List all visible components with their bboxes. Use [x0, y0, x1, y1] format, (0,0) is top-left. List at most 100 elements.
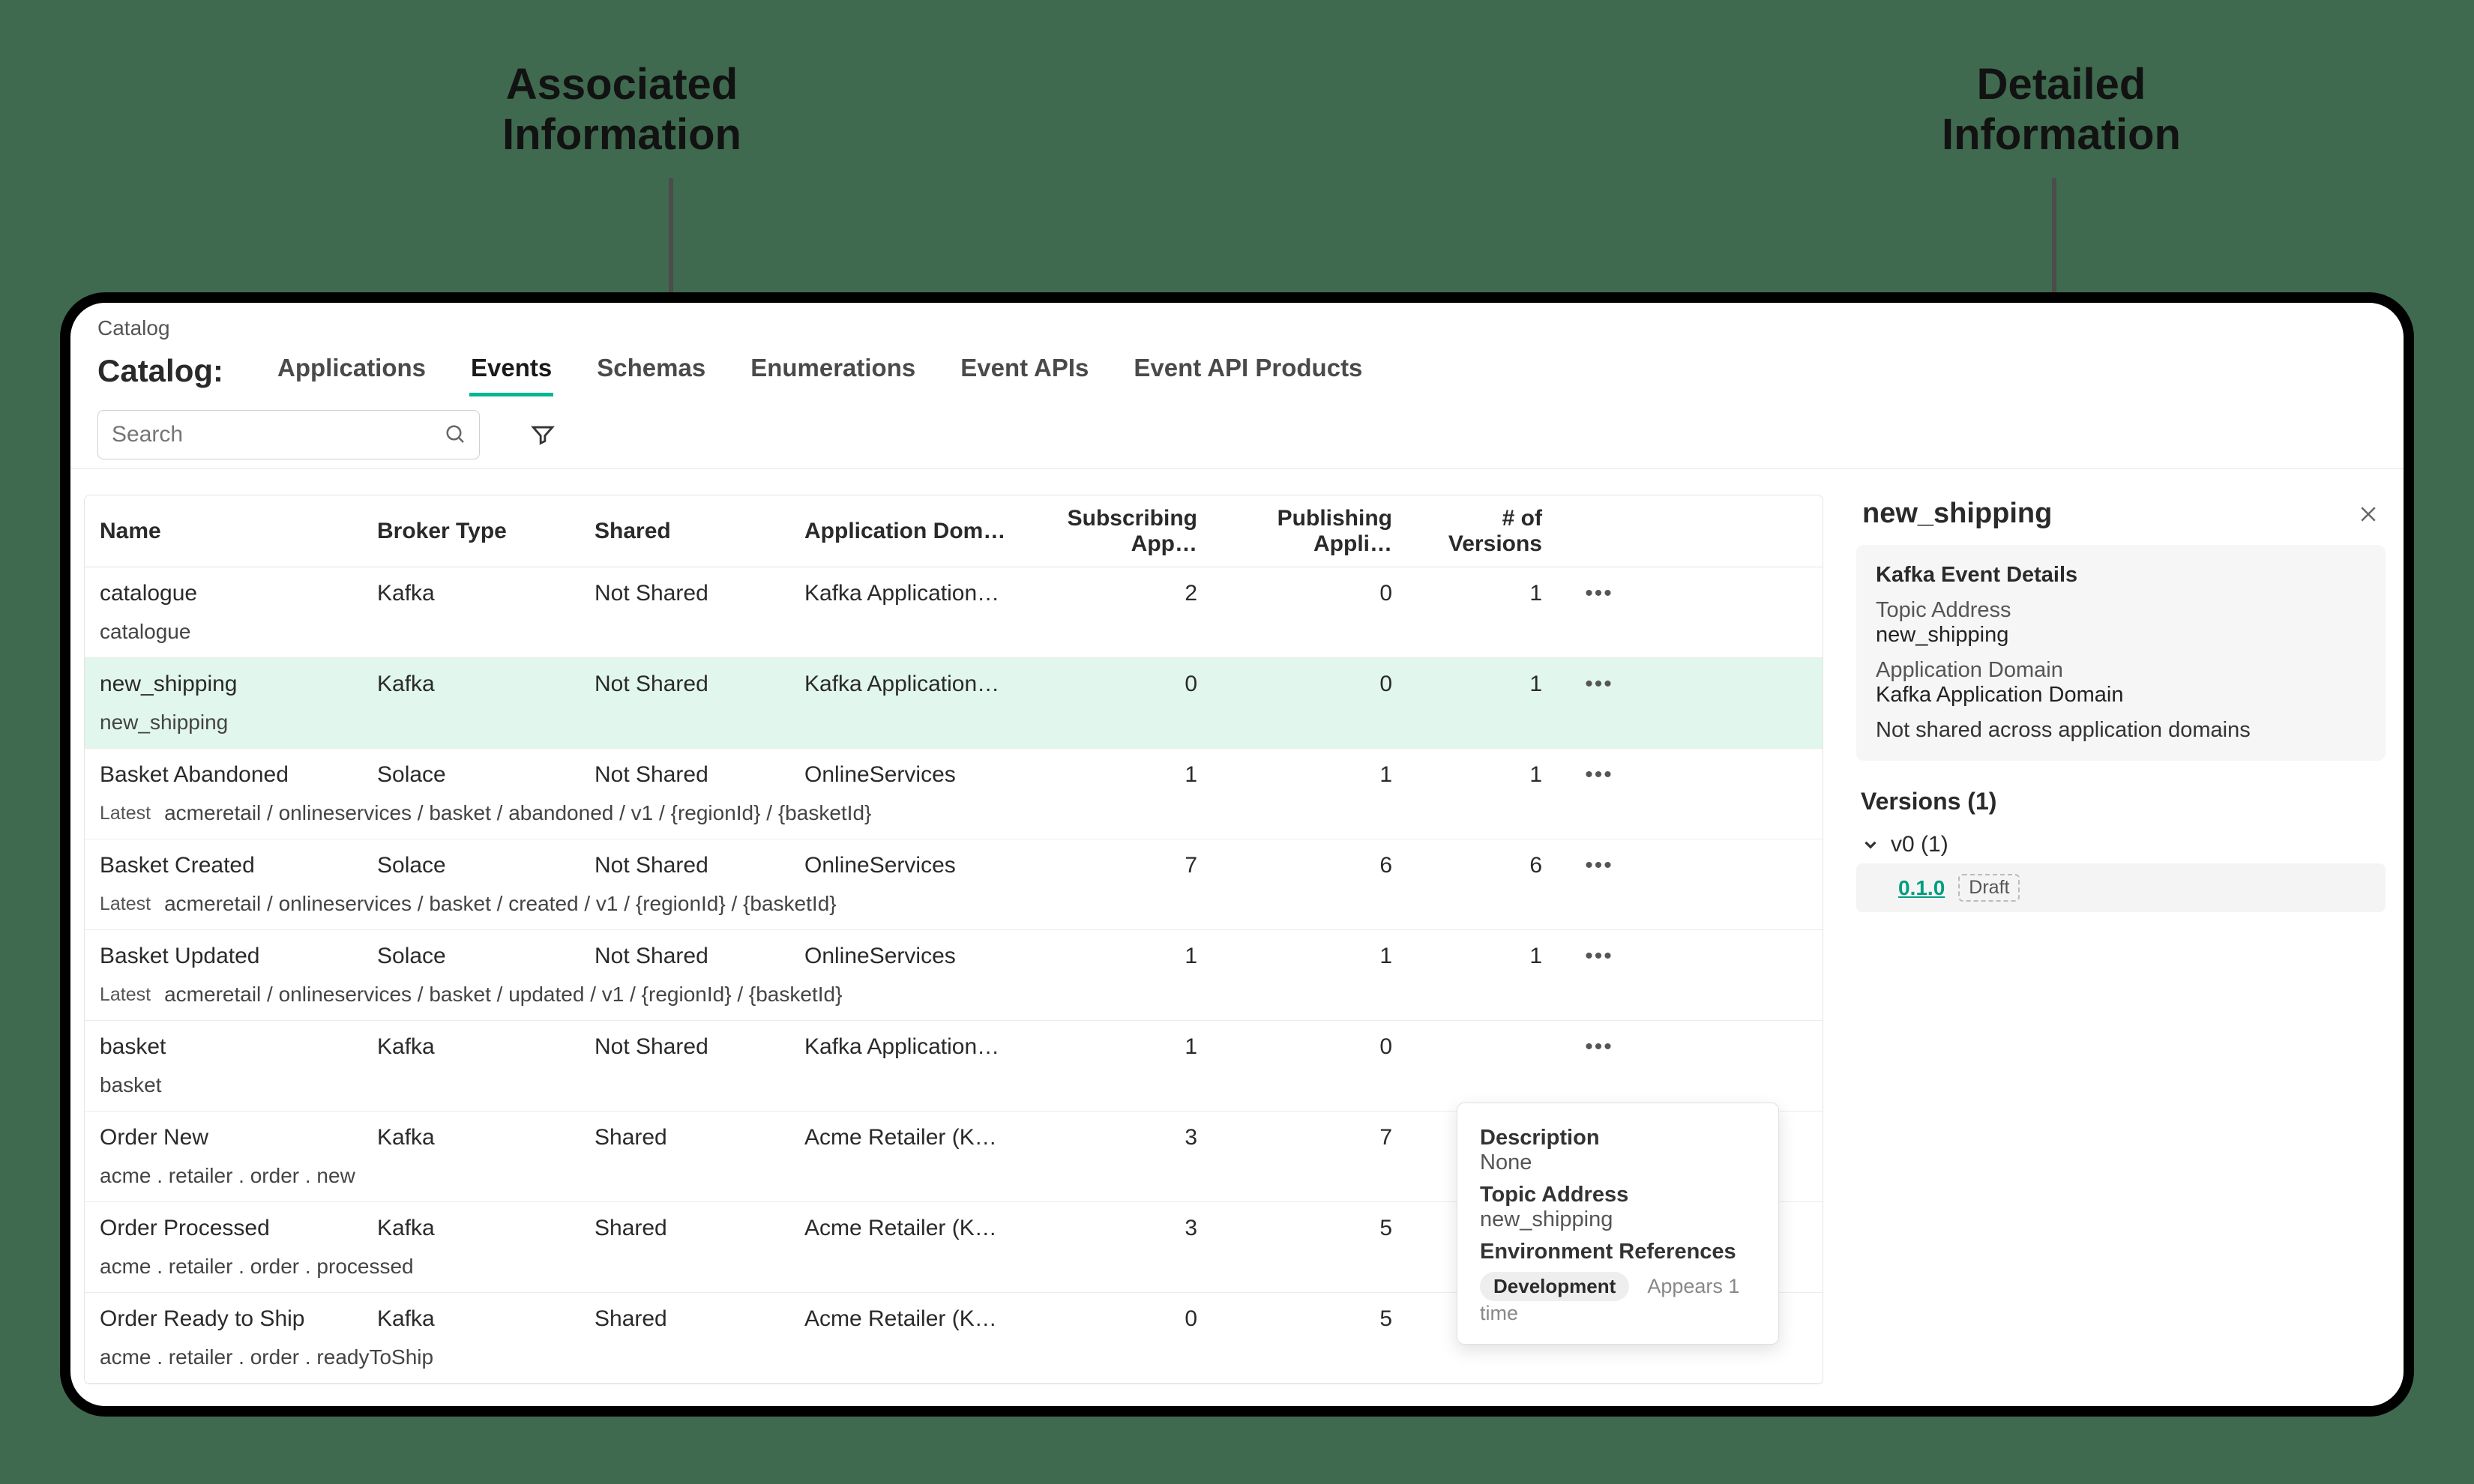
search-box[interactable]	[97, 410, 480, 459]
tab-event-api-products[interactable]: Event API Products	[1132, 345, 1364, 396]
row-name: basket	[100, 1034, 377, 1060]
latest-pill: Latest	[100, 803, 151, 824]
row-subline: acmeretail / onlineservices / basket / a…	[164, 801, 871, 825]
version-link[interactable]: 0.1.0	[1898, 876, 1945, 900]
row-cell: OnlineServices	[804, 853, 1029, 878]
row-menu-button[interactable]: •••	[1569, 944, 1629, 969]
table-row[interactable]: catalogueKafkaNot SharedKafka Applicatio…	[85, 567, 1823, 658]
tooltip-label-topic: Topic Address	[1480, 1183, 1756, 1207]
table-row[interactable]: Basket AbandonedSolaceNot SharedOnlineSe…	[85, 749, 1823, 839]
row-subline: basket	[100, 1073, 162, 1097]
row-tooltip: Description None Topic Address new_shipp…	[1457, 1103, 1779, 1345]
search-input[interactable]	[110, 421, 445, 448]
row-cell: 1	[1029, 1034, 1224, 1060]
latest-pill: Latest	[100, 984, 151, 1006]
detail-value-domain: Kafka Application Domain	[1876, 683, 2366, 708]
tab-events[interactable]: Events	[469, 345, 553, 396]
row-cell: Acme Retailer (K…	[804, 1306, 1029, 1332]
row-cell: Kafka Application…	[804, 581, 1029, 606]
row-menu-button[interactable]: •••	[1569, 672, 1629, 697]
row-cell: 1	[1419, 672, 1569, 697]
close-icon[interactable]	[2357, 503, 2380, 525]
row-cell: Acme Retailer (K…	[804, 1216, 1029, 1241]
row-name: Order Processed	[100, 1216, 377, 1241]
row-subline: acmeretail / onlineservices / basket / u…	[164, 983, 842, 1007]
page-title: Catalog:	[97, 353, 223, 389]
callout-associated-label: Associated Information	[502, 60, 741, 160]
version-group-toggle[interactable]: v0 (1)	[1856, 826, 2386, 863]
row-cell: 2	[1029, 581, 1224, 606]
column-header[interactable]: Subscribing App…	[1029, 506, 1224, 557]
breadcrumb: Catalog	[70, 303, 2404, 340]
column-header[interactable]: Shared	[595, 519, 804, 544]
row-subline: acmeretail / onlineservices / basket / c…	[164, 892, 837, 916]
detail-panel: new_shipping Kafka Event Details Topic A…	[1856, 495, 2386, 1406]
tooltip-label-env: Environment References	[1480, 1240, 1756, 1264]
row-cell: 7	[1224, 1125, 1419, 1150]
detail-value-topic: new_shipping	[1876, 623, 2366, 648]
row-cell: 6	[1224, 853, 1419, 878]
row-cell: Kafka	[377, 581, 595, 606]
table-row[interactable]: Basket CreatedSolaceNot SharedOnlineServ…	[85, 839, 1823, 930]
column-header[interactable]: # of Versions	[1419, 506, 1569, 557]
tab-enumerations[interactable]: Enumerations	[749, 345, 917, 396]
row-cell: 5	[1224, 1216, 1419, 1241]
search-icon	[445, 423, 467, 446]
row-name: Basket Created	[100, 853, 377, 878]
filter-button[interactable]	[525, 417, 561, 453]
row-cell: 0	[1224, 672, 1419, 697]
detail-label-topic: Topic Address	[1876, 598, 2366, 623]
row-subline: catalogue	[100, 620, 190, 644]
column-header[interactable]: Application Dom…	[804, 519, 1029, 544]
row-cell: Shared	[595, 1306, 804, 1332]
row-cell: Not Shared	[595, 581, 804, 606]
table-row[interactable]: new_shippingKafkaNot SharedKafka Applica…	[85, 658, 1823, 749]
row-cell: OnlineServices	[804, 762, 1029, 788]
row-menu-button[interactable]: •••	[1569, 581, 1629, 606]
row-cell: 0	[1224, 581, 1419, 606]
tab-applications[interactable]: Applications	[276, 345, 427, 396]
row-cell: 6	[1419, 853, 1569, 878]
detail-share-note: Not shared across application domains	[1876, 718, 2366, 743]
row-cell: Kafka	[377, 1306, 595, 1332]
row-menu-button[interactable]: •••	[1569, 853, 1629, 878]
row-cell: Solace	[377, 944, 595, 969]
version-item[interactable]: 0.1.0 Draft	[1856, 863, 2386, 912]
column-header[interactable]: Publishing Appli…	[1224, 506, 1419, 557]
row-cell: 0	[1029, 1306, 1224, 1332]
column-header[interactable]: Broker Type	[377, 519, 595, 544]
callout-detailed-label: Detailed Information	[1942, 60, 2181, 160]
table-row[interactable]: Basket UpdatedSolaceNot SharedOnlineServ…	[85, 930, 1823, 1021]
row-cell: Solace	[377, 853, 595, 878]
row-cell: Not Shared	[595, 944, 804, 969]
row-subline: acme . retailer . order . processed	[100, 1255, 414, 1279]
events-table: NameBroker TypeSharedApplication Dom…Sub…	[84, 495, 1823, 1384]
row-subline: new_shipping	[100, 711, 228, 735]
row-cell: Kafka Application…	[804, 672, 1029, 697]
row-name: catalogue	[100, 581, 377, 606]
row-name: Basket Updated	[100, 944, 377, 969]
row-cell: Kafka	[377, 1216, 595, 1241]
latest-pill: Latest	[100, 893, 151, 915]
version-status-chip: Draft	[1958, 874, 2020, 902]
row-cell: 1	[1224, 762, 1419, 788]
chevron-down-icon	[1861, 835, 1880, 854]
row-cell: 7	[1029, 853, 1224, 878]
row-cell: Kafka Application…	[804, 1034, 1029, 1060]
row-cell: Shared	[595, 1125, 804, 1150]
detail-title: new_shipping	[1862, 498, 2052, 530]
tooltip-env-chip: Development	[1480, 1272, 1629, 1301]
app-window: Catalog Catalog: Applications Events Schem…	[60, 292, 2414, 1417]
row-menu-button[interactable]: •••	[1569, 762, 1629, 788]
row-cell: 0	[1029, 672, 1224, 697]
row-menu-button[interactable]: •••	[1569, 1034, 1629, 1060]
table-row[interactable]: basketKafkaNot SharedKafka Application…1…	[85, 1021, 1823, 1112]
row-cell: 3	[1029, 1216, 1224, 1241]
row-subline: acme . retailer . order . readyToShip	[100, 1345, 433, 1369]
row-cell: 1	[1419, 762, 1569, 788]
column-header[interactable]: Name	[100, 519, 377, 544]
row-name: Order Ready to Ship	[100, 1306, 377, 1332]
versions-heading: Versions (1)	[1861, 788, 2381, 815]
tab-schemas[interactable]: Schemas	[595, 345, 707, 396]
tab-event-apis[interactable]: Event APIs	[959, 345, 1090, 396]
